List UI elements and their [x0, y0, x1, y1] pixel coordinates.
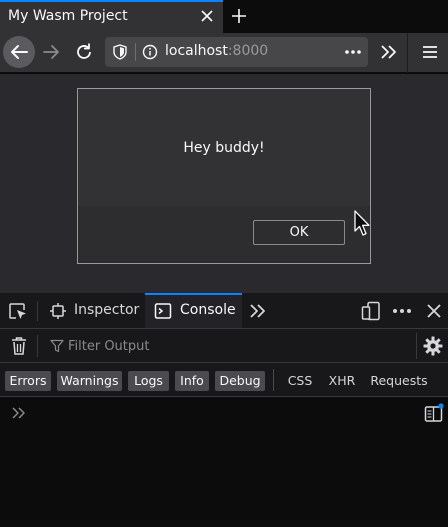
element-picker-icon[interactable]: [8, 302, 28, 322]
overflow-chevron-icon[interactable]: [379, 43, 399, 61]
dialog-message: Hey buddy!: [183, 140, 265, 156]
back-arrow-icon: [11, 45, 28, 59]
filter-xhr-button[interactable]: XHR: [324, 371, 360, 391]
close-icon[interactable]: [199, 7, 215, 25]
shield-icon[interactable]: [113, 44, 127, 60]
alert-dialog: Hey buddy! OK: [77, 88, 371, 264]
filter-info-button[interactable]: Info: [175, 371, 209, 391]
responsive-design-icon[interactable]: [361, 301, 381, 321]
url-port: :8000: [227, 43, 269, 59]
filter-input[interactable]: [68, 336, 368, 356]
mouse-cursor-icon: [354, 210, 370, 236]
category-separator: [273, 369, 274, 391]
trash-icon[interactable]: [10, 336, 28, 356]
page-content: Hey buddy! OK: [0, 74, 448, 293]
back-button[interactable]: [3, 36, 35, 68]
filter-css-button[interactable]: CSS: [283, 371, 317, 391]
tab-label: Console: [180, 302, 236, 318]
url-text[interactable]: localhost:8000: [165, 43, 268, 59]
inspector-icon: [50, 303, 66, 319]
tab-inspector[interactable]: Inspector: [44, 293, 144, 328]
filter-debug-button[interactable]: Debug: [215, 371, 265, 391]
tab-title: My Wasm Project: [8, 8, 128, 24]
toolbar-separator: [407, 33, 408, 73]
toolbar-separator: [416, 333, 417, 359]
forward-arrow-icon[interactable]: [41, 43, 61, 61]
filter-errors-button[interactable]: Errors: [5, 371, 51, 391]
tab-label: Inspector: [74, 302, 140, 318]
browser-tab[interactable]: My Wasm Project: [0, 0, 223, 33]
close-icon[interactable]: [425, 302, 443, 320]
console-output-area: [0, 397, 448, 527]
info-icon[interactable]: [142, 44, 158, 60]
console-prompt-icon: [12, 407, 25, 419]
devtools-toolbar: Inspector Console: [0, 293, 448, 329]
hamburger-menu-icon[interactable]: [421, 44, 439, 60]
plus-icon[interactable]: [230, 7, 248, 25]
toolbar-separator: [37, 301, 38, 321]
console-category-bar: Errors Warnings Logs Info Debug CSS XHR …: [0, 363, 448, 397]
filter-requests-button[interactable]: Requests: [367, 371, 431, 391]
ok-button[interactable]: OK: [253, 220, 345, 245]
console-icon: [154, 303, 172, 319]
address-bar[interactable]: localhost:8000: [105, 37, 368, 67]
more-dots-icon[interactable]: [343, 42, 363, 62]
url-separator: [135, 43, 136, 61]
console-filter-bar: [0, 329, 448, 363]
navigation-toolbar: localhost:8000: [0, 33, 448, 73]
url-host: localhost: [165, 43, 228, 59]
console-input[interactable]: [34, 403, 414, 423]
filter-logs-button[interactable]: Logs: [128, 371, 169, 391]
gear-icon[interactable]: [423, 336, 443, 356]
split-console-icon[interactable]: [424, 403, 444, 423]
filter-icon: [50, 339, 64, 353]
reload-icon[interactable]: [74, 42, 94, 62]
tab-strip: My Wasm Project: [0, 0, 448, 33]
overflow-chevron-icon[interactable]: [248, 302, 268, 320]
filter-warnings-button[interactable]: Warnings: [57, 371, 122, 391]
more-dots-icon[interactable]: [391, 301, 413, 321]
tab-console[interactable]: Console: [145, 293, 242, 328]
toolbar-separator: [37, 335, 38, 357]
